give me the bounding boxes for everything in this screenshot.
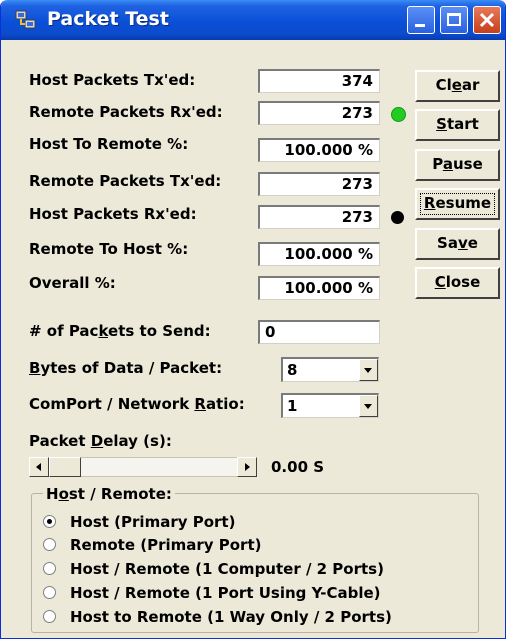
chevron-left-icon xyxy=(36,463,41,471)
comport-ratio-label: ComPort / Network Ratio: xyxy=(29,395,245,413)
slider-right-arrow[interactable] xyxy=(237,457,257,477)
title-bar[interactable]: Packet Test xyxy=(1,0,505,40)
remote-packets-txed-value: 273 xyxy=(258,172,380,196)
bytes-per-packet-label: Bytes of Data / Packet: xyxy=(29,359,223,377)
radio-label: Host / Remote (1 Port Using Y-Cable) xyxy=(70,584,381,602)
host-remote-group-title: Host / Remote: xyxy=(43,485,175,503)
remote-packets-rxed-value: 273 xyxy=(258,101,380,125)
remote-packets-txed-label: Remote Packets Tx'ed: xyxy=(29,172,222,190)
pause-button[interactable]: Pause xyxy=(415,149,500,181)
host-to-remote-pct-label: Host To Remote %: xyxy=(29,135,189,153)
radio-button[interactable] xyxy=(43,562,56,575)
host-packets-rxed-value: 273 xyxy=(258,205,380,229)
remote-to-host-pct-label: Remote To Host %: xyxy=(29,240,189,258)
packet-delay-value: 0.00 S xyxy=(271,458,325,476)
ratio-dropdown-button[interactable] xyxy=(359,395,378,417)
radio-button[interactable] xyxy=(43,586,56,599)
remote-to-host-pct-value: 100.000 % xyxy=(258,242,380,266)
minimize-icon xyxy=(415,24,425,27)
remote-packets-rxed-label: Remote Packets Rx'ed: xyxy=(29,103,223,121)
remote-rx-indicator xyxy=(391,107,406,122)
radio-button[interactable] xyxy=(43,515,56,528)
window-title: Packet Test xyxy=(47,8,169,30)
host-packets-txed-label: Host Packets Tx'ed: xyxy=(29,71,196,89)
packets-to-send-input[interactable]: 0 xyxy=(258,320,380,344)
bytes-per-packet-select[interactable]: 8 xyxy=(281,357,379,382)
close-icon xyxy=(479,12,495,28)
save-button[interactable]: Save xyxy=(415,228,500,260)
radio-label: Remote (Primary Port) xyxy=(70,536,262,554)
resume-button[interactable]: Resume xyxy=(415,188,500,220)
maximize-icon xyxy=(447,13,461,26)
radio-label: Host to Remote (1 Way Only / 2 Ports) xyxy=(70,608,392,626)
packet-test-window: Packet Test Host Packets Tx'ed: 374 Remo… xyxy=(0,0,506,639)
host-to-remote-pct-value: 100.000 % xyxy=(258,138,380,162)
start-button[interactable]: Start xyxy=(415,109,500,141)
clear-button[interactable]: Clear xyxy=(415,70,500,102)
close-window-button[interactable] xyxy=(473,6,501,34)
bytes-dropdown-button[interactable] xyxy=(359,359,378,381)
overall-pct-value: 100.000 % xyxy=(258,276,380,300)
radio-button[interactable] xyxy=(43,610,56,623)
radio-selected-dot xyxy=(47,519,52,524)
slider-thumb[interactable] xyxy=(49,457,81,477)
maximize-button[interactable] xyxy=(440,6,468,34)
comport-ratio-select[interactable]: 1 xyxy=(281,393,379,418)
chevron-down-icon xyxy=(364,404,372,409)
minimize-button[interactable] xyxy=(407,6,435,34)
slider-left-arrow[interactable] xyxy=(29,457,49,477)
radio-button[interactable] xyxy=(43,538,56,551)
radio-label: Host / Remote (1 Computer / 2 Ports) xyxy=(70,560,384,578)
bytes-per-packet-value: 8 xyxy=(287,361,298,379)
host-rx-indicator xyxy=(391,211,404,224)
app-icon xyxy=(15,10,36,29)
close-button[interactable]: Close xyxy=(415,267,500,299)
host-packets-rxed-label: Host Packets Rx'ed: xyxy=(29,205,197,223)
packets-to-send-label: # of Packets to Send: xyxy=(29,322,211,340)
chevron-down-icon xyxy=(364,368,372,373)
host-packets-txed-value: 374 xyxy=(258,69,380,93)
packet-delay-label: Packet Delay (s): xyxy=(29,432,172,450)
overall-pct-label: Overall %: xyxy=(29,274,116,292)
radio-label: Host (Primary Port) xyxy=(70,513,236,531)
comport-ratio-value: 1 xyxy=(287,397,298,415)
chevron-right-icon xyxy=(245,463,250,471)
